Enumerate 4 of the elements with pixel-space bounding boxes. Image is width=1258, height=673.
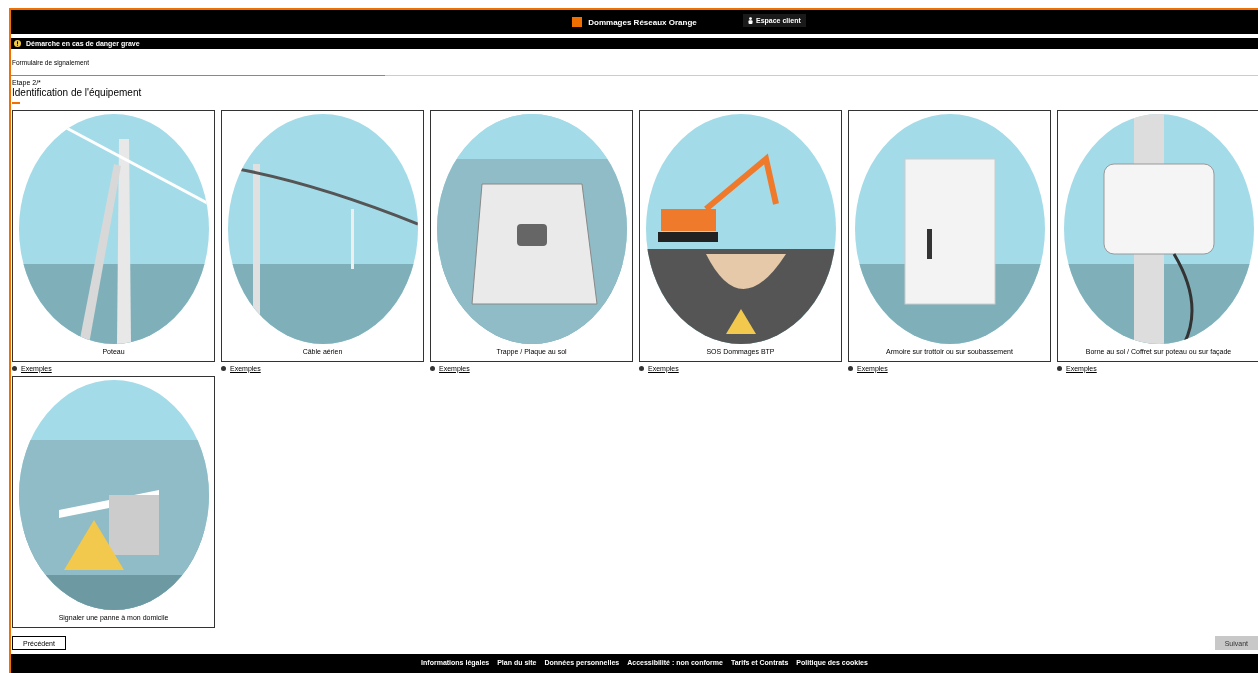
brand-logo	[572, 17, 583, 27]
person-icon	[748, 17, 753, 24]
site-title: Dommages Réseaux Orange	[588, 17, 697, 27]
step-heading: Identification de l'équipement	[12, 87, 143, 99]
